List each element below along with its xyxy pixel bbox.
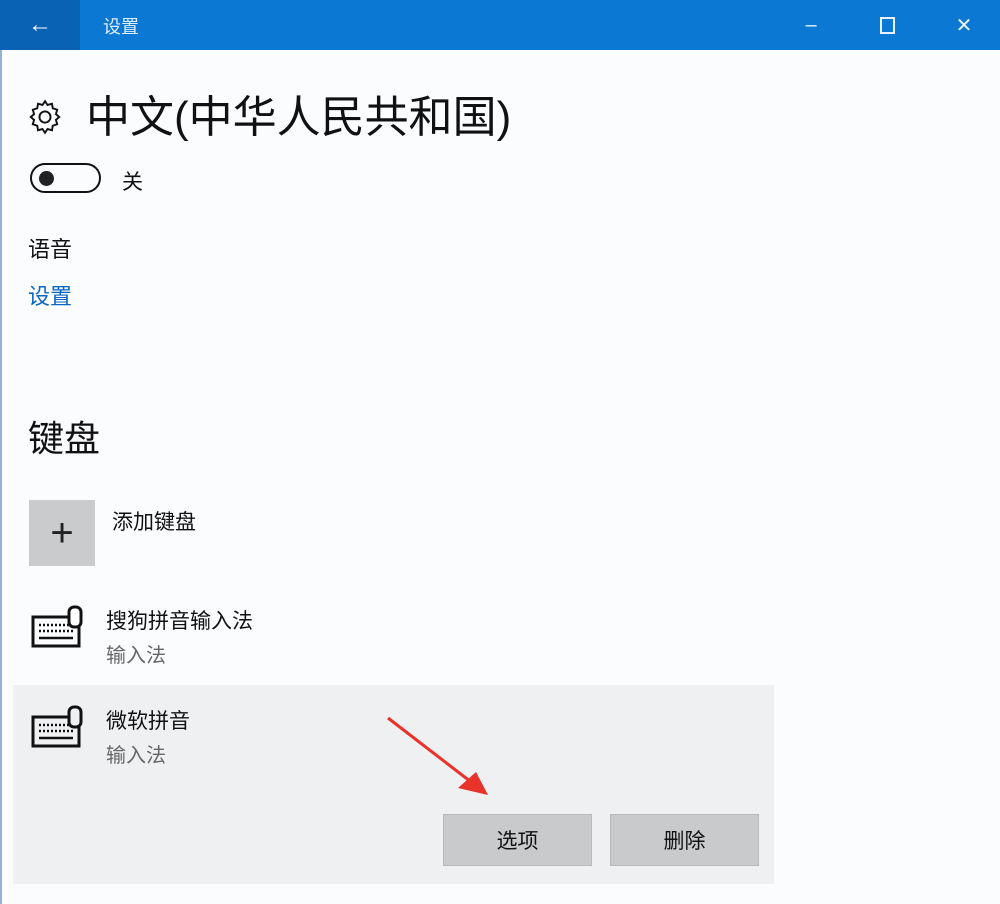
toggle-knob — [39, 171, 54, 186]
plus-icon: + — [50, 511, 73, 556]
maximize-button[interactable] — [857, 0, 917, 50]
options-button[interactable]: 选项 — [443, 814, 592, 866]
annotation-arrow-icon — [380, 710, 500, 805]
minimize-icon: – — [805, 14, 816, 37]
window-title: 设置 — [103, 13, 139, 39]
maximize-icon — [880, 17, 895, 34]
gear-icon — [26, 98, 64, 136]
close-icon: ✕ — [956, 13, 973, 38]
speech-heading: 语音 — [28, 232, 72, 264]
close-button[interactable]: ✕ — [934, 0, 994, 50]
page-title: 中文(中华人民共和国) — [86, 90, 511, 146]
back-arrow-icon: ← — [28, 11, 52, 39]
language-toggle[interactable] — [30, 163, 101, 193]
keyboard-item-name[interactable]: 搜狗拼音输入法 — [106, 605, 253, 635]
keyboard-icon — [31, 705, 85, 749]
keyboard-heading: 键盘 — [28, 410, 100, 462]
keyboard-item-type: 输入法 — [106, 739, 166, 768]
add-keyboard-button[interactable]: + — [29, 500, 95, 566]
speech-settings-link[interactable]: 设置 — [28, 279, 72, 311]
toggle-state-label: 关 — [122, 166, 143, 196]
add-keyboard-label[interactable]: 添加键盘 — [112, 506, 196, 536]
window-border — [0, 50, 2, 904]
title-bar — [0, 0, 1000, 50]
keyboard-item-type: 输入法 — [106, 639, 166, 668]
minimize-button[interactable]: – — [781, 0, 841, 50]
keyboard-icon — [31, 605, 85, 649]
back-button[interactable]: ← — [0, 0, 80, 50]
keyboard-item-name[interactable]: 微软拼音 — [106, 705, 190, 735]
remove-button[interactable]: 删除 — [610, 814, 759, 866]
